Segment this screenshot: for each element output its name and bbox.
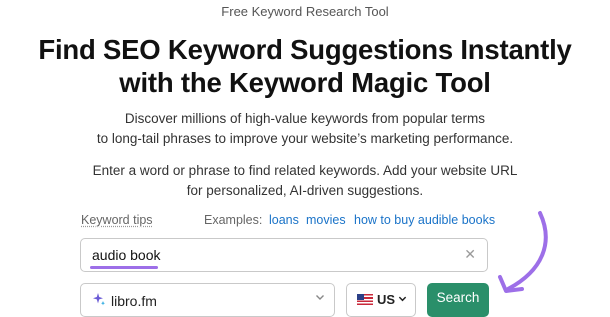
- intro-text: Discover millions of high-value keywords…: [0, 109, 610, 149]
- keyword-tips-link[interactable]: Keyword tips: [81, 213, 153, 227]
- eyebrow-label: Free Keyword Research Tool: [221, 4, 389, 19]
- sparkle-icon: [93, 293, 105, 306]
- chevron-down-icon: [398, 296, 407, 302]
- tips-row: Keyword tips Examples: loans movies how …: [81, 213, 501, 231]
- domain-value: libro.fm: [111, 293, 157, 309]
- page-title-line-1: Find SEO Keyword Suggestions Instantly: [38, 34, 572, 65]
- annotation-arrow: [498, 211, 548, 293]
- examples-label: Examples:: [204, 213, 263, 227]
- us-flag-icon: [357, 294, 373, 305]
- intro-line-1: Discover millions of high-value keywords…: [124, 111, 486, 126]
- instructions-line-1: Enter a word or phrase to find related k…: [92, 163, 518, 178]
- keyword-search-value: audio book: [92, 247, 161, 263]
- keyword-search-input[interactable]: audio book ✕: [80, 238, 488, 272]
- domain-input[interactable]: libro.fm: [80, 283, 335, 317]
- country-label: US: [377, 292, 396, 307]
- country-select[interactable]: US: [346, 283, 416, 317]
- intro-line-2: to long-tail phrases to improve your web…: [96, 131, 514, 146]
- instructions-text: Enter a word or phrase to find related k…: [0, 161, 610, 201]
- instructions-line-2: for personalized, AI-driven suggestions.: [186, 183, 424, 198]
- page-title: Find SEO Keyword Suggestions Instantly w…: [0, 33, 610, 99]
- page-title-line-2: with the Keyword Magic Tool: [119, 67, 491, 98]
- example-loans-link[interactable]: loans: [269, 213, 299, 227]
- example-movies-link[interactable]: movies: [306, 213, 346, 227]
- highlight-underline: [90, 266, 158, 269]
